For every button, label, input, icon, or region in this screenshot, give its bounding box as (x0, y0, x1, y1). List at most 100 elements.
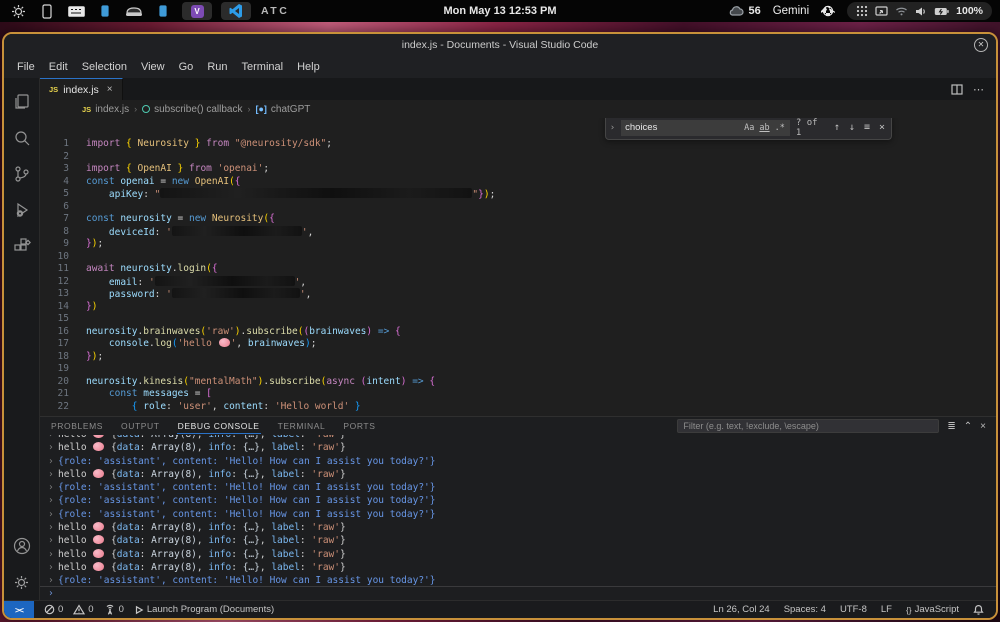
launcher-keyboard-icon[interactable] (66, 2, 86, 20)
remote-indicator[interactable]: >< (4, 601, 34, 618)
code-text: }); (84, 238, 103, 251)
find-toggle-ab[interactable]: ab (759, 123, 769, 133)
launcher-dock-device-icon[interactable] (124, 2, 144, 20)
status-lf[interactable]: LF (881, 604, 892, 615)
activity-run-debug-icon[interactable] (6, 192, 38, 228)
expand-chevron-icon[interactable]: › (48, 441, 58, 454)
extension-puzzle-icon[interactable] (821, 4, 835, 18)
breadcrumb-index-js[interactable]: JSindex.js (82, 104, 129, 115)
panel-tab-terminal[interactable]: TERMINAL (277, 419, 327, 434)
breadcrumb-chatgpt[interactable]: [●]chatGPT (255, 104, 310, 115)
console-hello-line: ›hello {data: Array(8), info: {…}, label… (40, 561, 996, 574)
panel-tab-output[interactable]: OUTPUT (120, 419, 161, 434)
launcher-settings-gear-icon[interactable] (8, 2, 28, 20)
next-match-button[interactable]: ↓ (849, 122, 855, 133)
code-text: import { Neurosity } from "@neurosity/sd… (84, 138, 332, 151)
panel-tab-debug-console[interactable]: DEBUG CONSOLE (177, 419, 261, 434)
launcher-phone-device-icon[interactable] (37, 2, 57, 20)
activity-accounts-icon[interactable] (6, 528, 38, 564)
menu-help[interactable]: Help (290, 59, 327, 75)
tab-close-icon[interactable]: × (107, 84, 113, 95)
line-number: 10 (40, 251, 84, 264)
close-panel-icon[interactable]: × (980, 421, 986, 432)
extensions-icon (12, 236, 32, 256)
launcher-phone-small-icon[interactable] (95, 2, 115, 20)
line-number: 20 (40, 376, 84, 389)
screen-share-icon[interactable] (875, 6, 888, 17)
wifi-icon[interactable] (895, 6, 908, 16)
panel-tab-problems[interactable]: PROBLEMS (50, 419, 104, 434)
title-bar[interactable]: index.js - Documents - Visual Studio Cod… (4, 34, 996, 56)
activity-search-icon[interactable] (6, 120, 38, 156)
launcher-phone-small-icon-2[interactable] (153, 2, 173, 20)
status-javascript[interactable]: {}JavaScript (906, 604, 959, 615)
maximize-panel-icon[interactable]: ⌃ (964, 421, 972, 432)
line-number: 18 (40, 351, 84, 364)
menu-run[interactable]: Run (200, 59, 234, 75)
tab-indexjs[interactable]: JS index.js × (40, 78, 123, 100)
prev-match-button[interactable]: ↑ (834, 122, 840, 133)
weather-indicator[interactable]: 56 (728, 5, 760, 17)
system-tray[interactable]: 100% (847, 2, 992, 20)
clock[interactable]: Mon May 13 12:53 PM (443, 5, 556, 17)
activity-extensions-icon[interactable] (6, 228, 38, 264)
status-bell-icon[interactable] (973, 604, 984, 615)
expand-chevron-icon[interactable]: › (48, 561, 58, 574)
errors-icon (44, 604, 55, 615)
menu-selection[interactable]: Selection (75, 59, 134, 75)
split-editor-icon[interactable] (951, 84, 963, 95)
activity-settings-gear-icon[interactable] (6, 564, 38, 600)
status-warnings[interactable]: 0 (73, 604, 93, 615)
expand-chevron-icon[interactable]: › (48, 521, 58, 534)
find-input[interactable] (621, 120, 739, 136)
activity-source-control-icon[interactable] (6, 156, 38, 192)
expand-chevron-icon[interactable]: › (48, 548, 58, 561)
gemini-label[interactable]: Gemini (773, 5, 809, 17)
status-ln-26-col-24[interactable]: Ln 26, Col 24 (713, 604, 770, 615)
expand-chevron-icon[interactable]: › (48, 508, 58, 521)
status-radio-tower[interactable]: 0 (104, 604, 124, 615)
code-line: 9}); (40, 238, 996, 251)
status-label: 0 (119, 604, 124, 615)
status-play[interactable]: Launch Program (Documents) (134, 604, 274, 615)
menu-terminal[interactable]: Terminal (235, 59, 291, 75)
menu-edit[interactable]: Edit (42, 59, 75, 75)
menu-view[interactable]: View (134, 59, 172, 75)
status-bar: >< 000Launch Program (Documents) Ln 26, … (4, 600, 996, 618)
panel-tab-ports[interactable]: PORTS (342, 419, 376, 434)
debug-console-output[interactable]: ›hello {data: Array(8), info: {…}, label… (40, 435, 996, 586)
launcher-vscode-app-icon[interactable] (221, 2, 251, 20)
expand-chevron-icon[interactable]: › (48, 481, 58, 494)
toggle-replace-icon[interactable]: › (610, 123, 615, 133)
expand-chevron-icon[interactable]: › (48, 574, 58, 586)
console-line-text: hello {data: Array(8), info: {…}, label:… (58, 441, 346, 454)
code-editor[interactable]: 1import { Neurosity } from "@neurosity/s… (40, 118, 996, 416)
breadcrumb-subscribe---callback[interactable]: subscribe() callback (142, 104, 242, 115)
status-label: LF (881, 604, 892, 615)
code-line: 16neurosity.brainwaves('raw').subscribe(… (40, 326, 996, 339)
editor-more-actions-icon[interactable]: ⋯ (973, 83, 984, 96)
window-close-button[interactable]: ✕ (974, 38, 988, 52)
console-options-icon[interactable]: ≣ (947, 421, 955, 432)
console-filter-input[interactable] (677, 419, 939, 433)
close-find-button[interactable]: × (879, 122, 885, 133)
debug-console-input[interactable]: › (40, 586, 996, 600)
status-utf-8[interactable]: UTF-8 (840, 604, 867, 615)
app-grid-icon[interactable] (856, 5, 868, 17)
status-spaces-4[interactable]: Spaces: 4 (784, 604, 826, 615)
match-count-label: ? of 1 (796, 118, 828, 138)
expand-chevron-icon[interactable]: › (48, 534, 58, 547)
volume-icon[interactable] (915, 6, 927, 17)
find-in-selection-button[interactable]: ≡ (864, 122, 870, 133)
launcher-via-app-icon[interactable]: V (182, 2, 212, 20)
activity-explorer-icon[interactable] (6, 84, 38, 120)
expand-chevron-icon[interactable]: › (48, 455, 58, 468)
find-toggle-Aa[interactable]: Aa (744, 123, 754, 133)
status-errors[interactable]: 0 (44, 604, 63, 615)
menu-file[interactable]: File (10, 59, 42, 75)
find-toggle-regex[interactable]: .* (775, 123, 785, 133)
expand-chevron-icon[interactable]: › (48, 468, 58, 481)
menu-go[interactable]: Go (172, 59, 201, 75)
expand-chevron-icon[interactable]: › (48, 494, 58, 507)
weather-icon (728, 5, 744, 17)
